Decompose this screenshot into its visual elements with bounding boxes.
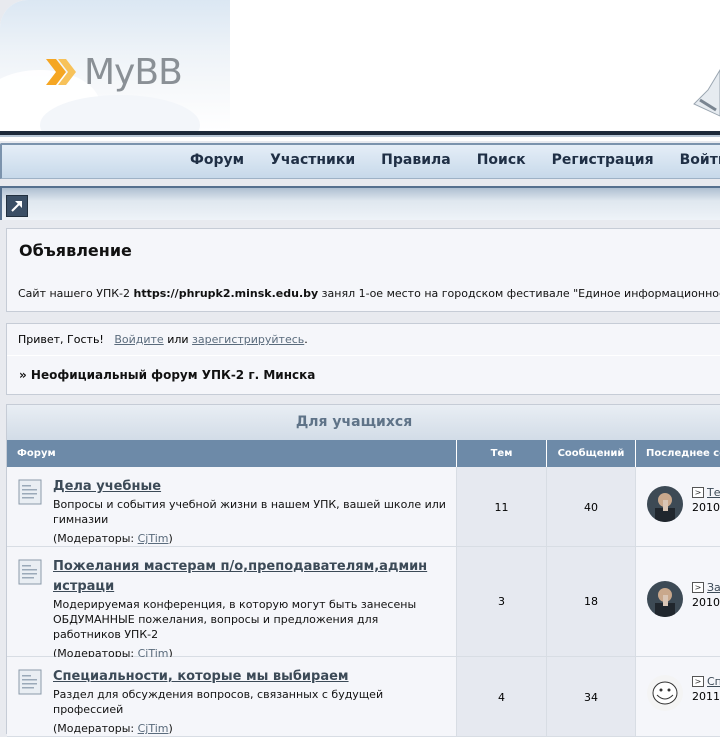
welcome-panel: Привет, Гость! Войдите или зарегистрируй… bbox=[6, 323, 720, 395]
or-text: или bbox=[167, 333, 189, 346]
menu-login[interactable]: Войти bbox=[680, 152, 720, 168]
welcome-period: . bbox=[304, 333, 308, 346]
expand-arrow-icon bbox=[11, 201, 22, 212]
menu-members[interactable]: Участники bbox=[270, 152, 355, 168]
last-post-date: 2011 bbox=[692, 690, 720, 703]
menu-forum[interactable]: Форум bbox=[190, 152, 244, 168]
thread-count: 3 bbox=[498, 595, 505, 608]
logo-text: MyBB bbox=[84, 51, 183, 93]
forum-read-icon bbox=[18, 559, 42, 585]
goto-last-post-icon[interactable]: > bbox=[692, 676, 704, 687]
main-menu: Форум Участники Правила Поиск Регистраци… bbox=[190, 152, 720, 168]
announcement-panel: Объявление Сайт нашего УПК-2 https://phr… bbox=[6, 228, 720, 312]
moderators-close: ) bbox=[168, 532, 173, 545]
sub-bar bbox=[0, 186, 720, 220]
last-post-link[interactable]: Те bbox=[707, 486, 720, 499]
post-count: 18 bbox=[584, 595, 598, 608]
table-row: Пожелания мастерам п/о,преподавателям,ад… bbox=[7, 547, 720, 660]
forum-link[interactable]: Пожелания мастерам п/о,преподавателям,ад… bbox=[53, 559, 427, 594]
forum-moderators: (Модераторы: CjTim) bbox=[53, 721, 413, 736]
forum-read-icon bbox=[18, 479, 42, 505]
moderator-link[interactable]: CjTim bbox=[138, 532, 169, 545]
login-link[interactable]: Войдите bbox=[114, 333, 163, 346]
announcement-title: Объявление bbox=[19, 241, 132, 260]
forum-table: Для учащихся Форум Тем Сообщений Последн… bbox=[6, 404, 720, 737]
announcement-site-url: https://phrupk2.minsk.edu.by bbox=[133, 287, 319, 300]
forum-link[interactable]: Специальности, которые мы выбираем bbox=[53, 669, 349, 684]
menu-register[interactable]: Регистрация bbox=[552, 152, 654, 168]
last-post-link[interactable]: За bbox=[707, 581, 720, 594]
menu-rules[interactable]: Правила bbox=[381, 152, 451, 168]
forum-link[interactable]: Дела учебные bbox=[53, 479, 161, 494]
column-header-threads: Тем bbox=[457, 440, 547, 467]
plane-icon bbox=[693, 69, 720, 117]
avatar[interactable] bbox=[647, 581, 683, 617]
announcement-text-prefix: Сайт нашего УПК-2 bbox=[18, 287, 134, 300]
table-row: Дела учебные Вопросы и события учебной ж… bbox=[7, 467, 720, 547]
divider bbox=[7, 355, 720, 356]
thread-count: 11 bbox=[494, 501, 509, 514]
logo[interactable]: MyBB bbox=[44, 51, 183, 93]
category-title[interactable]: Для учащихся bbox=[7, 405, 720, 440]
welcome-line: Привет, Гость! Войдите или зарегистрируй… bbox=[18, 333, 308, 346]
greeting: Привет, Гость! bbox=[18, 333, 104, 346]
post-count: 40 bbox=[584, 501, 598, 514]
column-header-forum: Форум bbox=[7, 440, 457, 467]
forum-moderators: (Модераторы: CjTim) bbox=[53, 531, 453, 546]
forum-description: Раздел для обсуждения вопросов, связанны… bbox=[53, 688, 384, 716]
moderators-label: (Модераторы: bbox=[53, 532, 138, 545]
forum-description: Вопросы и события учебной жизни в нашем … bbox=[53, 498, 446, 526]
post-count: 34 bbox=[584, 691, 598, 704]
menu-search[interactable]: Поиск bbox=[477, 152, 526, 168]
avatar[interactable] bbox=[647, 486, 683, 522]
moderators-label: (Модераторы: bbox=[53, 722, 138, 735]
expand-button[interactable] bbox=[6, 195, 28, 217]
moderator-link[interactable]: CjTim bbox=[138, 722, 169, 735]
breadcrumb[interactable]: » Неофициальный форум УПК-2 г. Минска bbox=[19, 368, 315, 382]
header-border bbox=[0, 131, 720, 141]
register-link[interactable]: зарегистрируйтесь bbox=[192, 333, 304, 346]
last-post-date: 2010 bbox=[692, 501, 720, 514]
header-banner: MyBB bbox=[0, 0, 720, 131]
thread-count: 4 bbox=[498, 691, 505, 704]
moderators-close: ) bbox=[168, 722, 173, 735]
last-post-date: 2010 bbox=[692, 596, 720, 609]
table-row: Специальности, которые мы выбираем Разде… bbox=[7, 657, 720, 737]
announcement-text: Сайт нашего УПК-2 https://phrupk2.minsk.… bbox=[18, 287, 720, 300]
forum-description: Модерируемая конференция, в которую могу… bbox=[53, 598, 417, 641]
last-post-link[interactable]: Сп bbox=[707, 675, 720, 688]
goto-last-post-icon[interactable]: > bbox=[692, 487, 704, 498]
column-header-posts: Сообщений bbox=[547, 440, 636, 467]
announcement-text-suffix: занял 1-ое место на городском фестивале … bbox=[318, 287, 720, 300]
goto-last-post-icon[interactable]: > bbox=[692, 582, 704, 593]
logo-chevrons-icon bbox=[46, 59, 76, 85]
column-header-last-post: Последнее со bbox=[636, 440, 720, 467]
avatar[interactable] bbox=[647, 675, 683, 711]
forum-read-icon bbox=[18, 669, 42, 695]
menu-bar: Форум Участники Правила Поиск Регистраци… bbox=[0, 143, 720, 179]
